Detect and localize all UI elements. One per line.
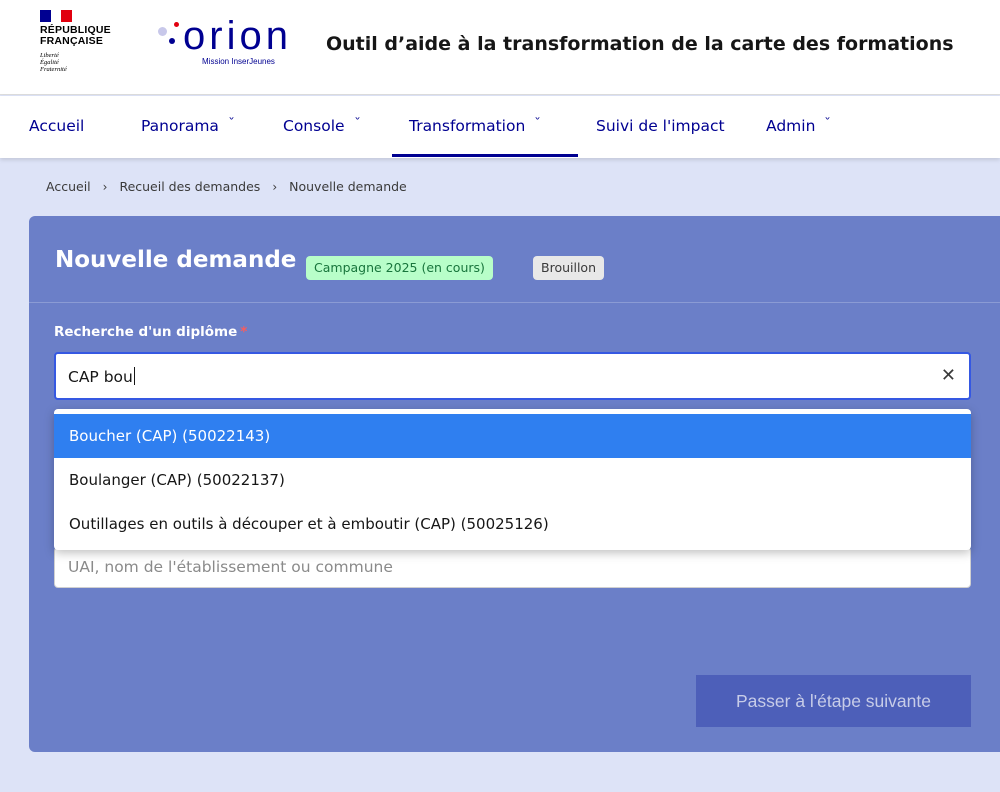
divider xyxy=(29,302,1000,303)
nav-item-admin[interactable]: Admin ˅ xyxy=(766,96,832,156)
french-flag-icon xyxy=(40,10,73,22)
orion-wordmark: orion xyxy=(183,14,292,58)
required-marker: * xyxy=(240,324,248,340)
diplome-label: Recherche d'un diplôme * xyxy=(54,324,248,340)
diplome-search-value: CAP bou xyxy=(68,368,133,386)
dropdown-option-boulanger[interactable]: Boulanger (CAP) (50022137) xyxy=(54,458,971,502)
nav-item-accueil[interactable]: Accueil xyxy=(29,96,84,156)
nav-item-panorama[interactable]: Panorama ˅ xyxy=(141,96,235,156)
diplome-dropdown: Boucher (CAP) (50022143) Boulanger (CAP)… xyxy=(54,409,971,550)
chevron-down-icon: ˅ xyxy=(353,116,361,128)
page-title: Nouvelle demande xyxy=(55,247,297,273)
nav-item-suivi-impact[interactable]: Suivi de l'impact xyxy=(596,96,725,156)
chevron-right-icon: › xyxy=(272,179,278,194)
breadcrumb-current: Nouvelle demande xyxy=(289,179,407,194)
status-badge: Brouillon xyxy=(533,256,604,280)
orion-logo[interactable]: orion Mission InserJeunes xyxy=(155,14,305,68)
nav-active-indicator xyxy=(392,154,578,157)
nav-item-transformation[interactable]: Transformation ˅ xyxy=(409,96,542,156)
orion-dots-icon xyxy=(155,18,185,58)
next-step-button[interactable]: Passer à l'étape suivante xyxy=(696,675,971,727)
main-nav: Accueil Panorama ˅ Console ˅ Transformat… xyxy=(0,96,1000,158)
chevron-down-icon: ˅ xyxy=(534,116,542,128)
chevron-down-icon: ˅ xyxy=(227,116,235,128)
breadcrumb: Accueil › Recueil des demandes › Nouvell… xyxy=(46,179,407,194)
breadcrumb-accueil[interactable]: Accueil xyxy=(46,179,91,194)
orion-subtitle: Mission InserJeunes xyxy=(202,57,275,66)
etablissement-search-input[interactable]: UAI, nom de l'établissement ou commune xyxy=(54,547,971,588)
nav-item-console[interactable]: Console ˅ xyxy=(283,96,361,156)
site-header: RÉPUBLIQUE FRANÇAISE Liberté Égalité Fra… xyxy=(0,0,1000,95)
breadcrumb-recueil[interactable]: Recueil des demandes xyxy=(119,179,260,194)
rf-motto: Liberté Égalité Fraternité xyxy=(40,52,67,73)
app-title: Outil d’aide à la transformation de la c… xyxy=(326,33,954,55)
close-icon[interactable]: ✕ xyxy=(941,365,956,386)
dropdown-option-outillages[interactable]: Outillages en outils à découper et à emb… xyxy=(54,502,971,546)
campaign-badge: Campagne 2025 (en cours) xyxy=(306,256,493,280)
rf-logo-text: RÉPUBLIQUE FRANÇAISE xyxy=(40,24,111,47)
etablissement-placeholder: UAI, nom de l'établissement ou commune xyxy=(68,558,393,576)
text-caret xyxy=(133,367,135,385)
republique-francaise-logo[interactable]: RÉPUBLIQUE FRANÇAISE Liberté Égalité Fra… xyxy=(40,10,140,73)
dropdown-option-boucher[interactable]: Boucher (CAP) (50022143) xyxy=(54,414,971,458)
chevron-down-icon: ˅ xyxy=(824,116,832,128)
chevron-right-icon: › xyxy=(102,179,108,194)
diplome-search-input[interactable]: CAP bou ✕ xyxy=(54,352,971,400)
